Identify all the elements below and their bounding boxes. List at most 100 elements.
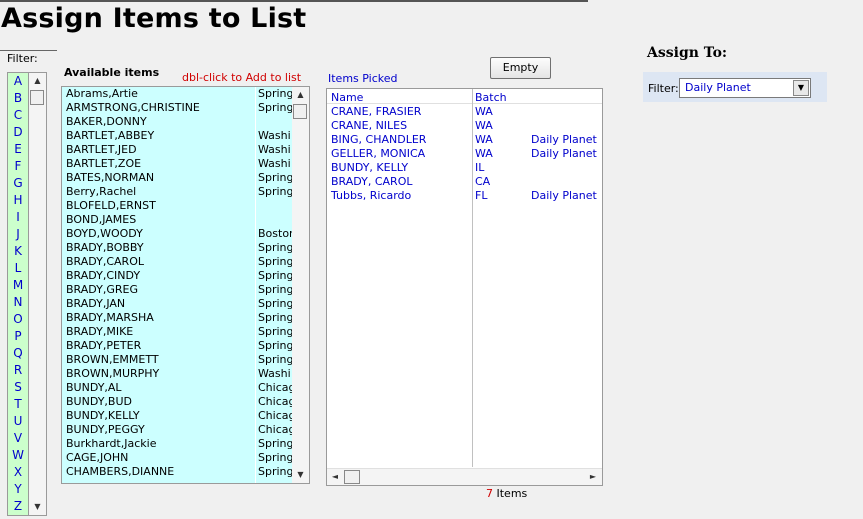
dblclick-hint: dbl-click to Add to list	[182, 71, 302, 84]
scroll-thumb[interactable]	[344, 470, 360, 484]
item-name: BUNDY,AL	[66, 381, 122, 394]
alphabet-letter[interactable]: A	[8, 73, 28, 90]
item-name: BRADY,PETER	[66, 339, 142, 352]
alphabet-letter[interactable]: U	[8, 413, 28, 430]
list-item[interactable]: BRADY,PETER Spring	[62, 339, 292, 353]
alphabet-letter[interactable]: C	[8, 107, 28, 124]
list-item[interactable]: BAKER,DONNY	[62, 115, 292, 129]
alphabet-letter[interactable]: R	[8, 362, 28, 379]
list-item[interactable]: Burkhardt,Jackie Spring	[62, 437, 292, 451]
scroll-down-icon[interactable]: ▼	[29, 499, 46, 515]
alphabet-filter-list[interactable]: ABCDEFGHIJKLMNOPQRSTUVWXYZ ▲ ▼	[7, 72, 47, 516]
alphabet-letter[interactable]: L	[8, 260, 28, 277]
list-item[interactable]: BRADY,CINDY Spring	[62, 269, 292, 283]
alphabet-letter[interactable]: J	[8, 226, 28, 243]
alphabet-letter[interactable]: N	[8, 294, 28, 311]
item-city: Washi	[258, 143, 291, 156]
alphabet-letter[interactable]: I	[8, 209, 28, 226]
row-batch: WA	[475, 105, 493, 118]
alphabet-letter[interactable]: P	[8, 328, 28, 345]
alphabet-letter[interactable]: Q	[8, 345, 28, 362]
scroll-right-icon[interactable]: ►	[585, 469, 601, 485]
picked-items-grid[interactable]: Name Batch CRANE, FRASIER WA CRANE, NILES W…	[326, 88, 603, 486]
list-item[interactable]: BARTLET,ZOE Washi	[62, 157, 292, 171]
alphabet-letter[interactable]: V	[8, 430, 28, 447]
alphabet-letter[interactable]: X	[8, 464, 28, 481]
scroll-up-icon[interactable]: ▲	[29, 73, 46, 89]
item-city: Spring	[258, 185, 292, 198]
item-city: Spring	[258, 353, 292, 366]
list-item[interactable]: BUNDY,PEGGY Chicag	[62, 423, 292, 437]
alphabet-letter[interactable]: D	[8, 124, 28, 141]
item-city: Spring	[258, 311, 292, 324]
list-item[interactable]: BRADY,GREG Spring	[62, 283, 292, 297]
table-row[interactable]: Tubbs, Ricardo FL Daily Planet	[327, 189, 602, 203]
list-item[interactable]: BUNDY,BUD Chicag	[62, 395, 292, 409]
list-item[interactable]: BOYD,WOODY Boston	[62, 227, 292, 241]
list-item[interactable]: BARTLET,JED Washi	[62, 143, 292, 157]
alphabet-letter[interactable]: F	[8, 158, 28, 175]
list-item[interactable]: CHAMBERS,DIANNE Spring	[62, 465, 292, 479]
list-item[interactable]: BRADY,BOBBY Spring	[62, 241, 292, 255]
list-item[interactable]: BLOFELD,ERNST	[62, 199, 292, 213]
alphabet-letter[interactable]: Z	[8, 498, 28, 515]
list-item[interactable]: ARMSTRONG,CHRISTINE Spring	[62, 101, 292, 115]
row-batch: IL	[475, 161, 485, 174]
alphabet-letter[interactable]: H	[8, 192, 28, 209]
filter-divider	[0, 50, 57, 51]
alphabet-letter[interactable]: S	[8, 379, 28, 396]
alphabet-scrollbar[interactable]: ▲ ▼	[29, 73, 46, 515]
alphabet-letter[interactable]: T	[8, 396, 28, 413]
scroll-left-icon[interactable]: ◄	[327, 469, 343, 485]
column-header-name[interactable]: Name	[331, 91, 363, 104]
chevron-down-icon[interactable]: ▼	[793, 80, 809, 96]
list-item[interactable]: BATES,NORMAN Spring	[62, 171, 292, 185]
scroll-down-icon[interactable]: ▼	[292, 467, 309, 483]
item-city: Boston	[258, 227, 292, 240]
list-item[interactable]: BUNDY,AL Chicag	[62, 381, 292, 395]
alphabet-letter[interactable]: Y	[8, 481, 28, 498]
list-item[interactable]: BRADY,JAN Spring	[62, 297, 292, 311]
available-items-list[interactable]: Abrams,Artie Spring ARMSTRONG,CHRISTINE Spr…	[61, 86, 310, 484]
list-item[interactable]: BRADY,MIKE Spring	[62, 325, 292, 339]
available-scrollbar[interactable]: ▲ ▼	[292, 87, 309, 483]
list-item[interactable]: BARTLET,ABBEY Washi	[62, 129, 292, 143]
item-name: BRADY,MARSHA	[66, 311, 154, 324]
list-item[interactable]: Abrams,Artie Spring	[62, 87, 292, 101]
row-batch: WA	[475, 133, 493, 146]
alphabet-letter[interactable]: W	[8, 447, 28, 464]
list-item[interactable]: BRADY,MARSHA Spring	[62, 311, 292, 325]
row-assignment: Daily Planet	[531, 147, 597, 160]
table-row[interactable]: BUNDY, KELLY IL	[327, 161, 602, 175]
alphabet-letter[interactable]: K	[8, 243, 28, 260]
item-city: Spring	[258, 255, 292, 268]
list-item[interactable]: BUNDY,KELLY Chicag	[62, 409, 292, 423]
alphabet-letter[interactable]: E	[8, 141, 28, 158]
alphabet-letter[interactable]: O	[8, 311, 28, 328]
picked-horizontal-scrollbar[interactable]: ◄ ►	[327, 468, 602, 485]
scroll-up-icon[interactable]: ▲	[292, 87, 309, 103]
alphabet-letter[interactable]: B	[8, 90, 28, 107]
item-city: Spring	[258, 269, 292, 282]
list-item[interactable]: BROWN,EMMETT Spring	[62, 353, 292, 367]
grid-header: Name Batch	[327, 89, 602, 104]
list-item[interactable]: BRADY,CAROL Spring	[62, 255, 292, 269]
table-row[interactable]: BING, CHANDLER WA Daily Planet	[327, 133, 602, 147]
scroll-thumb[interactable]	[30, 90, 44, 105]
table-row[interactable]: CRANE, FRASIER WA	[327, 105, 602, 119]
list-item[interactable]: Berry,Rachel Spring	[62, 185, 292, 199]
list-item[interactable]: CAGE,JOHN Spring	[62, 451, 292, 465]
assign-to-dropdown[interactable]: Daily Planet ▼	[679, 78, 811, 98]
empty-button[interactable]: Empty	[490, 57, 551, 79]
alphabet-letter[interactable]: M	[8, 277, 28, 294]
scroll-thumb[interactable]	[293, 104, 307, 119]
row-name: CRANE, NILES	[331, 119, 408, 132]
table-row[interactable]: GELLER, MONICA WA Daily Planet	[327, 147, 602, 161]
item-name: CAGE,JOHN	[66, 451, 129, 464]
column-header-batch[interactable]: Batch	[475, 91, 507, 104]
alphabet-letter[interactable]: G	[8, 175, 28, 192]
table-row[interactable]: CRANE, NILES WA	[327, 119, 602, 133]
table-row[interactable]: BRADY, CAROL CA	[327, 175, 602, 189]
list-item[interactable]: BOND,JAMES	[62, 213, 292, 227]
list-item[interactable]: BROWN,MURPHY Washi	[62, 367, 292, 381]
